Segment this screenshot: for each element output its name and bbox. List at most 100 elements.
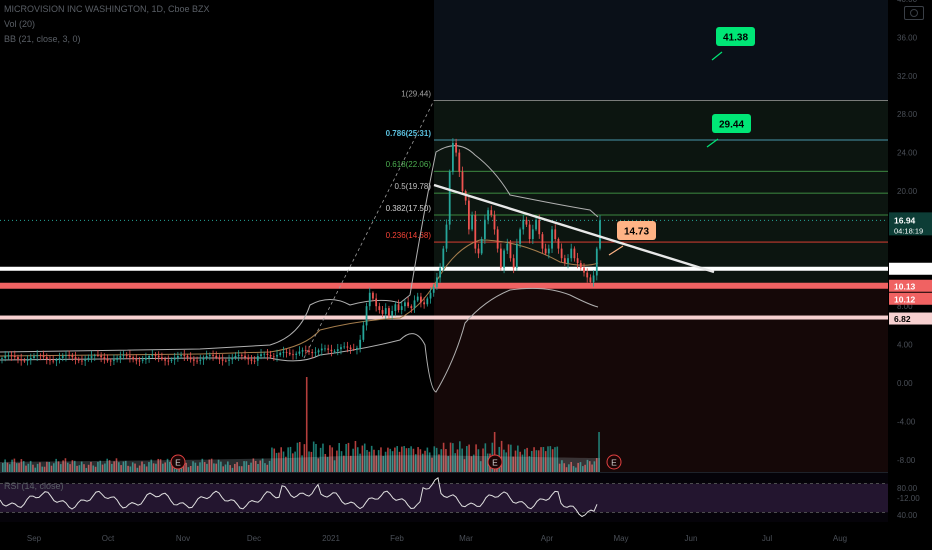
candle-body: [272, 356, 275, 358]
candle-body: [314, 352, 317, 354]
candle-body: [512, 258, 515, 268]
earnings-marker-label: E: [492, 458, 498, 468]
candle-body: [20, 359, 23, 361]
candle-body: [23, 360, 26, 362]
candle-body: [65, 355, 67, 357]
candle-body: [192, 359, 195, 361]
candle-body: [471, 215, 473, 230]
candle-body: [253, 360, 256, 362]
fib-label: 0.618(22.06): [386, 160, 432, 169]
candle-body: [170, 359, 173, 361]
candle-body: [58, 357, 61, 360]
candle-body: [365, 306, 368, 326]
camera-icon[interactable]: [904, 6, 924, 20]
candle-body: [167, 360, 170, 362]
candle-body: [384, 308, 387, 314]
fib-label: 1(29.44): [401, 89, 431, 98]
callout-label: 41.38: [723, 33, 748, 44]
candle-body: [356, 347, 358, 350]
candle-body: [583, 267, 585, 273]
support-tag-value: 10.12: [894, 294, 916, 304]
candle-body: [269, 354, 272, 357]
countdown-timer: 04:18:19: [894, 226, 923, 235]
candle-body: [45, 357, 48, 360]
candle-body: [436, 277, 438, 287]
candle-body: [208, 355, 211, 356]
candle-body: [244, 355, 246, 358]
time-axis-label: Jun: [685, 534, 698, 543]
price-axis-label: 4.00: [897, 341, 913, 350]
candle-body: [202, 357, 205, 360]
candle-body: [378, 306, 381, 311]
candle-body: [199, 359, 202, 361]
candle-body: [180, 355, 182, 356]
candle-body: [288, 352, 291, 355]
candle-body: [528, 224, 531, 239]
candle-body: [423, 302, 426, 305]
candle-body: [215, 355, 218, 358]
candle-body: [13, 355, 16, 358]
candle-body: [176, 355, 179, 358]
candle-body: [567, 258, 569, 263]
candle-body: [535, 219, 537, 230]
candle-body: [327, 348, 330, 350]
current-price-value: 16.94: [894, 215, 916, 225]
candle-body: [138, 360, 141, 362]
candle-body: [49, 359, 51, 361]
candle-body: [55, 359, 58, 361]
candle-body: [71, 355, 74, 358]
candle-body: [579, 263, 582, 268]
candle-body: [132, 357, 135, 360]
candle-body: [106, 359, 109, 361]
candle-body: [87, 357, 90, 360]
candle-body: [164, 359, 166, 361]
time-axis-label: Jul: [762, 534, 772, 543]
candle-body: [240, 355, 243, 356]
candle-body: [477, 248, 480, 254]
rsi-axis-label: 40.00: [897, 511, 918, 520]
candle-body: [247, 357, 250, 360]
candle-body: [474, 215, 477, 249]
candle-body: [145, 357, 147, 360]
volume-ma-area: [0, 455, 600, 472]
candle-body: [388, 308, 390, 316]
chart[interactable]: 1.618(41.38)1(29.44)0.786(25.31)0.618(22…: [0, 0, 932, 550]
candle-body: [157, 355, 160, 358]
price-axis-label: 24.00: [897, 149, 918, 158]
candle-body: [541, 234, 544, 249]
rsi-band-fill: [0, 483, 888, 513]
candle-body: [61, 356, 64, 358]
candle-body: [483, 219, 486, 239]
time-axis-label: Apr: [541, 534, 554, 543]
candle-body: [336, 349, 339, 351]
candle-body: [493, 215, 496, 230]
candle-body: [186, 355, 189, 358]
time-axis-label: May: [613, 534, 628, 543]
candle-body: [595, 248, 598, 276]
volume-legend: Vol (20): [4, 19, 36, 29]
price-axis-label: 28.00: [897, 110, 918, 119]
candle-body: [36, 355, 39, 357]
candle-body: [467, 200, 470, 230]
candle-body: [276, 354, 278, 357]
time-axis-label: Oct: [102, 534, 115, 543]
candle-body: [413, 300, 416, 309]
candle-body: [17, 357, 19, 360]
candle-body: [100, 355, 103, 358]
symbol-title: MICROVISION INC WASHINGTON, 1D, Cboe BZX: [4, 4, 210, 14]
callout-label: 29.44: [719, 120, 744, 131]
candle-body: [256, 356, 259, 361]
candle-body: [503, 250, 505, 268]
candle-body: [340, 347, 342, 350]
candle-body: [455, 143, 457, 153]
price-axis-label: 36.00: [897, 33, 918, 42]
candle-body: [173, 357, 176, 360]
candle-body: [154, 355, 157, 356]
rsi-axis-label: 80.00: [897, 484, 918, 493]
candle-body: [458, 152, 461, 172]
candle-body: [1, 358, 3, 359]
candle-body: [551, 229, 553, 249]
candle-body: [410, 306, 413, 309]
price-axis-label: 32.00: [897, 72, 918, 81]
candle-body: [522, 219, 525, 230]
